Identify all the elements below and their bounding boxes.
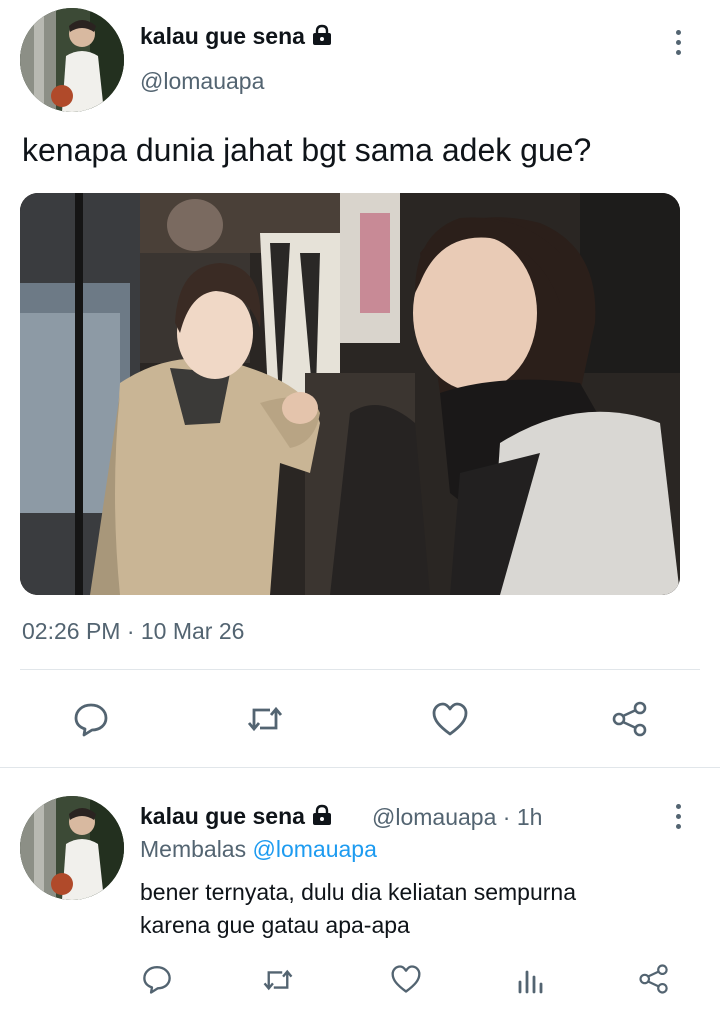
- reply-text: bener ternyata, dulu dia keliatan sempur…: [140, 879, 577, 938]
- divider: [20, 669, 700, 670]
- tweet-text: kenapa dunia jahat bgt sama adek gue?: [22, 132, 592, 168]
- reply-author-avatar[interactable]: [20, 796, 124, 900]
- retweet-icon[interactable]: [246, 703, 284, 740]
- like-icon[interactable]: [390, 964, 422, 999]
- lock-icon: [311, 804, 333, 832]
- reply-icon[interactable]: [72, 700, 110, 743]
- author-handle[interactable]: @lomauapa: [140, 68, 264, 95]
- like-icon[interactable]: [431, 701, 469, 742]
- author-avatar[interactable]: [20, 8, 124, 112]
- reply-icon[interactable]: [141, 963, 173, 1000]
- more-icon[interactable]: [673, 30, 683, 55]
- retweet-icon[interactable]: [262, 966, 294, 999]
- reply-handle-line: @lomauapa · 1h: [372, 804, 543, 830]
- analytics-icon[interactable]: [517, 966, 545, 999]
- reply-age[interactable]: 1h: [517, 804, 543, 830]
- reply-author-name[interactable]: kalau gue sena: [140, 803, 333, 832]
- share-icon[interactable]: [638, 963, 670, 1000]
- replying-to: Membalas @lomauapa: [140, 836, 377, 862]
- share-icon[interactable]: [611, 700, 649, 743]
- reply-mention-link[interactable]: @lomauapa: [253, 836, 377, 862]
- section-divider: [0, 767, 720, 768]
- tweet-timestamp[interactable]: 02:26 PM · 10 Mar 26: [22, 618, 244, 645]
- author-name[interactable]: kalau gue sena: [140, 23, 333, 52]
- tweet-photo[interactable]: [20, 193, 680, 595]
- lock-icon: [311, 24, 333, 52]
- reply-more-icon[interactable]: [673, 804, 683, 829]
- reply-handle[interactable]: @lomauapa: [372, 804, 496, 830]
